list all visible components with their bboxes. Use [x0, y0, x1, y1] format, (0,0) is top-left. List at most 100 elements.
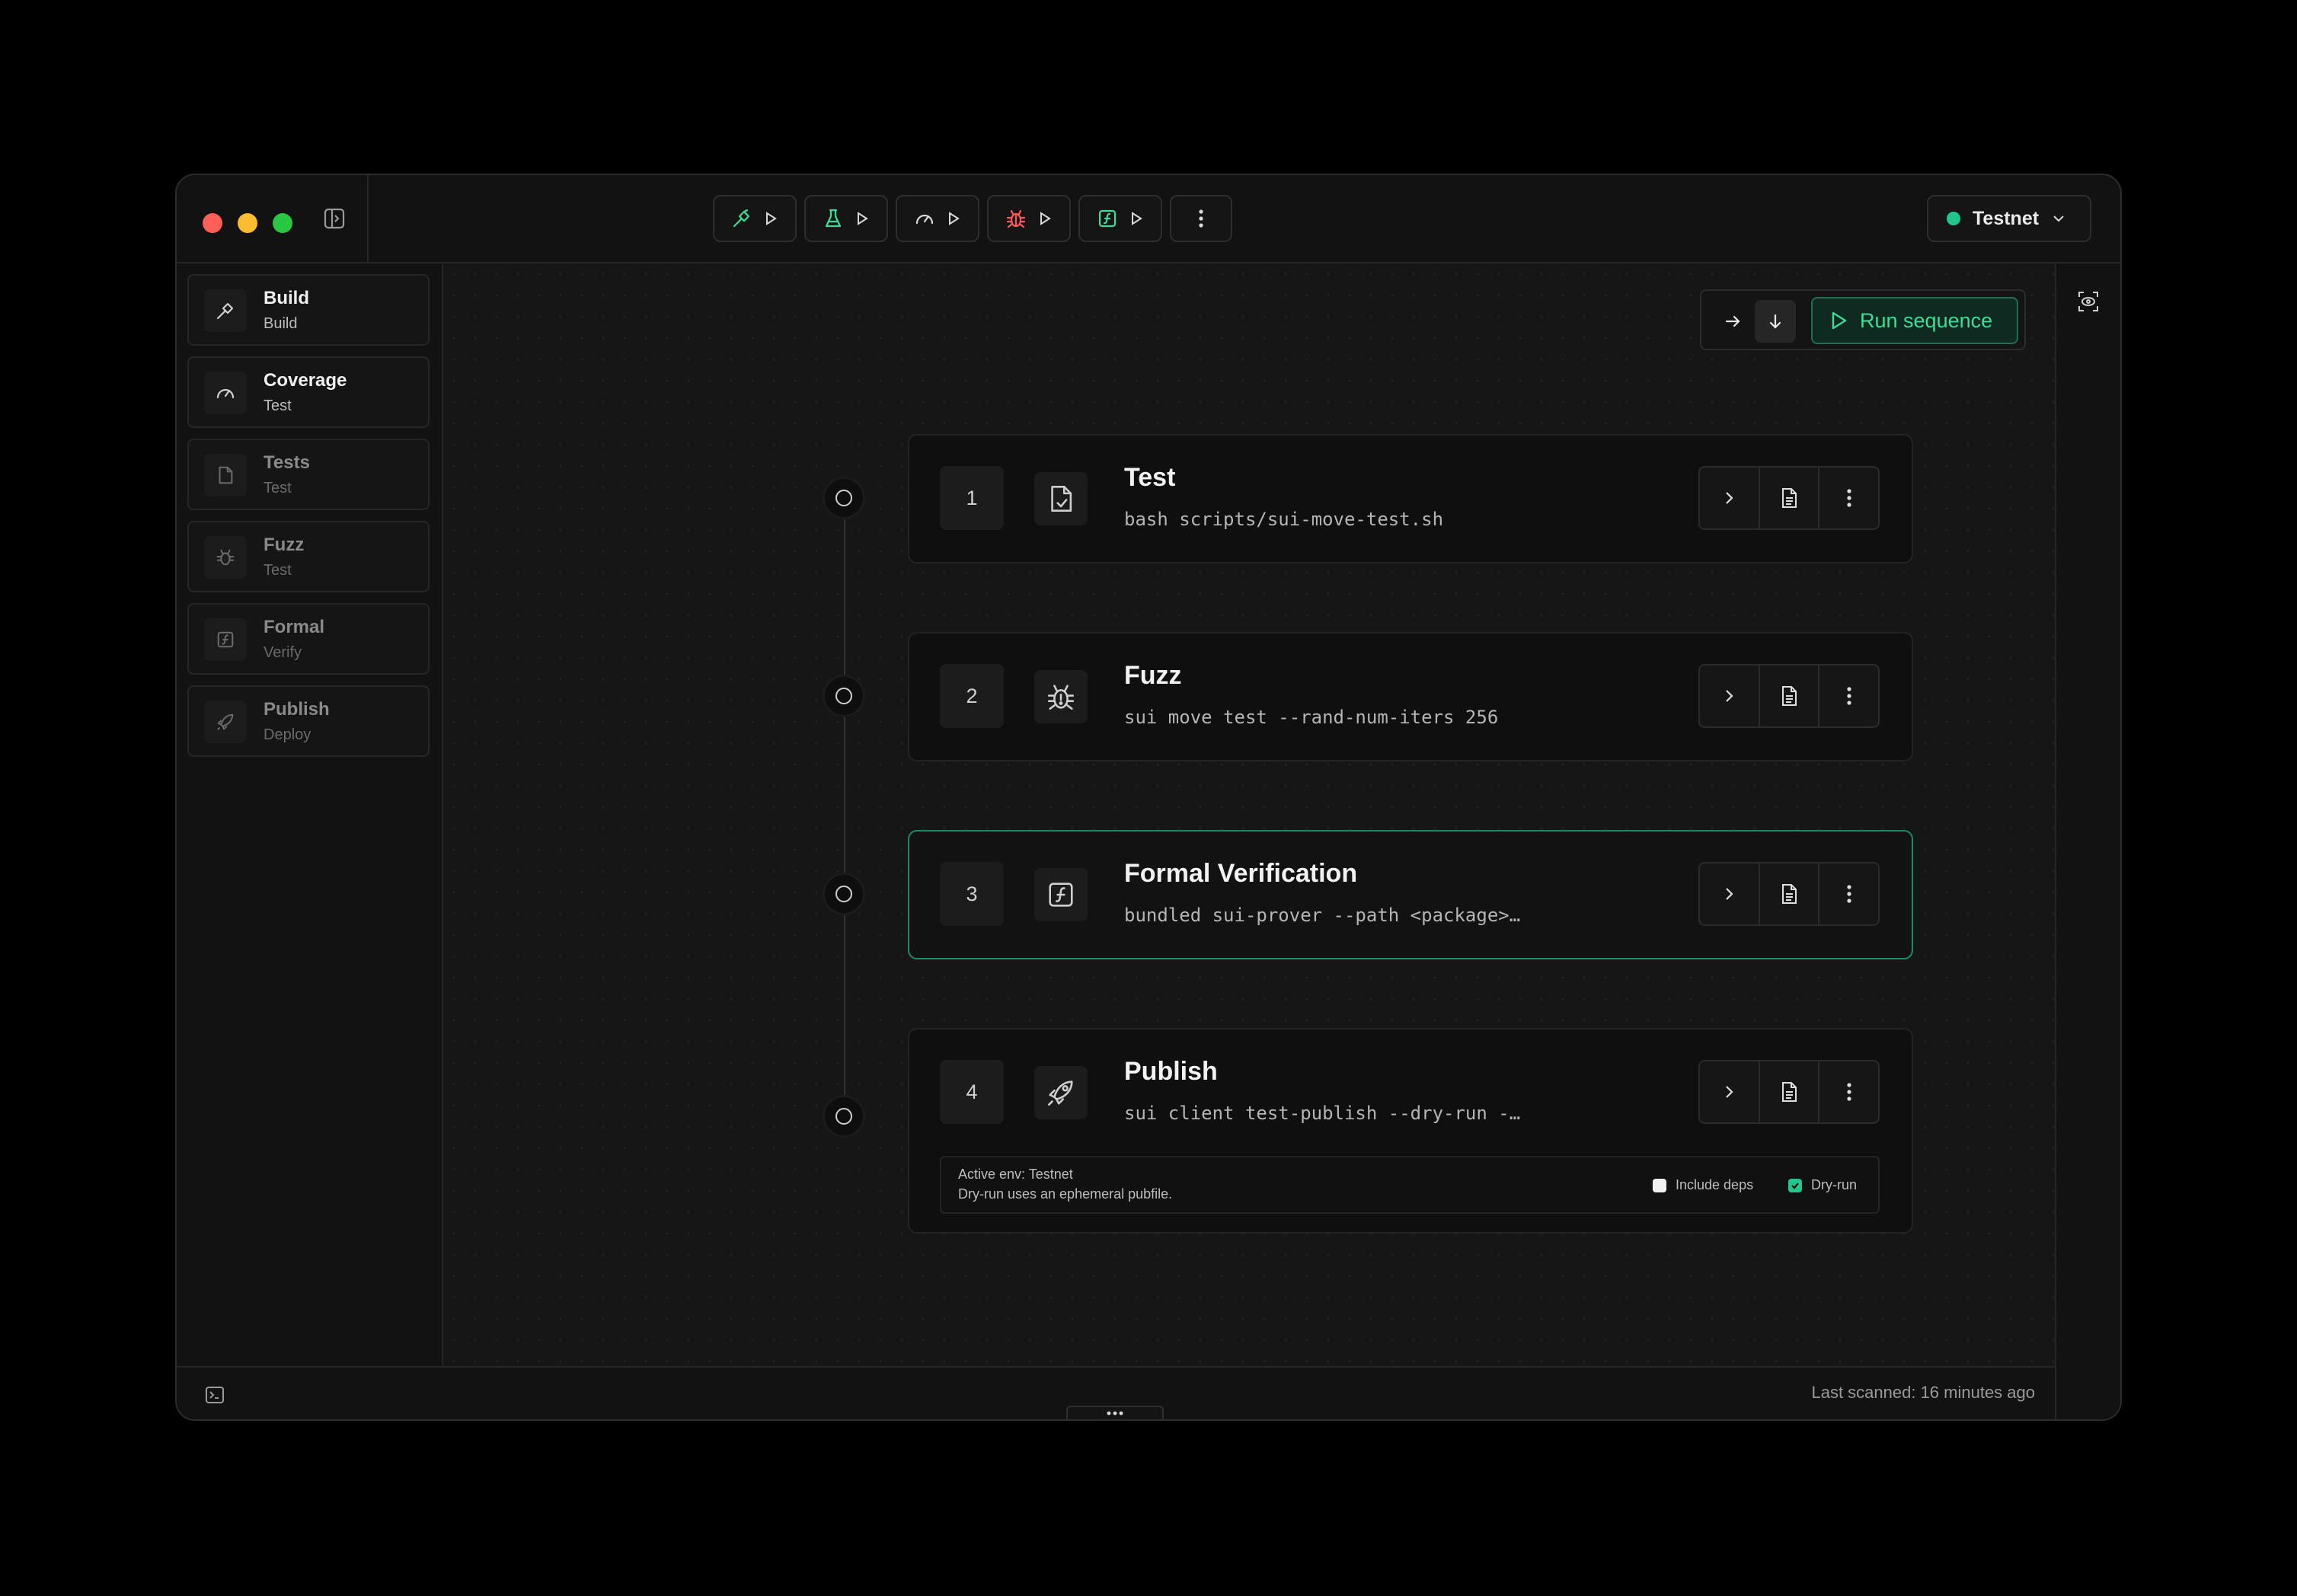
sidebar-item-coverage[interactable]: Coverage Test [187, 356, 430, 428]
run-sequence-label: Run sequence [1860, 308, 1993, 332]
dry-run-checkbox[interactable]: Dry-run [1788, 1177, 1857, 1193]
document-icon [1782, 1082, 1797, 1102]
arrow-right-icon [1725, 315, 1740, 327]
step-command: sui client test-publish --dry-run -… [1124, 1103, 1521, 1124]
app-window: Testnet Build Build Coverage Test Tests … [175, 174, 2122, 1421]
chevron-right-icon [1726, 888, 1733, 900]
environment-selector[interactable]: Testnet [1927, 195, 2091, 242]
play-icon [858, 212, 868, 225]
check-icon [1788, 1178, 1802, 1192]
step-card-formal-verification[interactable]: 3 Formal Verification bundled sui-prover… [908, 830, 1913, 959]
vertical-layout-button[interactable] [1755, 300, 1796, 343]
status-bar: Last scanned: 16 minutes ago [177, 1366, 2055, 1419]
sidebar-item-title: Fuzz [264, 535, 305, 555]
run-fuzz-button[interactable] [987, 195, 1071, 242]
step-card-test[interactable]: 1 Test bash scripts/sui-move-test.sh [908, 434, 1913, 563]
expand-step-button[interactable] [1700, 863, 1760, 924]
run-sequence-button[interactable]: Run sequence [1811, 297, 2018, 344]
more-vertical-icon [1847, 1083, 1851, 1101]
sidebar-toggle-icon[interactable] [323, 207, 346, 230]
horizontal-layout-button[interactable] [1712, 300, 1753, 343]
step-card-publish[interactable]: 4 Publish sui client test-publish --dry-… [908, 1028, 1913, 1234]
run-build-button[interactable] [713, 195, 797, 242]
step-title: Publish [1124, 1057, 1218, 1086]
include-deps-label: Include deps [1676, 1177, 1754, 1192]
play-icon [949, 212, 960, 225]
step-menu-button[interactable] [1819, 863, 1878, 924]
more-vertical-icon [1199, 209, 1203, 228]
formal-icon [1098, 209, 1117, 228]
sidebar-item-fuzz[interactable]: Fuzz Test [187, 521, 430, 592]
bug-icon [1034, 670, 1088, 723]
more-tools-button[interactable] [1170, 195, 1232, 242]
active-env-text: Active env: Testnet [958, 1167, 1073, 1182]
run-tests-button[interactable] [804, 195, 888, 242]
sidebar-item-publish[interactable]: Publish Deploy [187, 685, 430, 757]
run-coverage-button[interactable] [896, 195, 979, 242]
step-menu-button[interactable] [1819, 1061, 1878, 1122]
env-label: Testnet [1973, 207, 2040, 229]
timeline-connector [844, 478, 845, 1116]
sidebar-item-title: Formal [264, 617, 325, 637]
gauge-icon [204, 372, 247, 414]
expand-step-button[interactable] [1700, 666, 1760, 726]
hammer-icon [733, 209, 750, 228]
titlebar: Testnet [177, 175, 2120, 263]
file-check-icon [204, 454, 247, 496]
sidebar-item-title: Build [264, 288, 309, 308]
play-icon [1040, 212, 1051, 225]
terminal-icon[interactable] [204, 1384, 225, 1409]
play-icon [766, 212, 777, 225]
bug-icon [204, 536, 247, 579]
chevron-right-icon [1726, 690, 1733, 702]
sidebar-item-build[interactable]: Build Build [187, 274, 430, 346]
sidebar-item-subtitle: Build [264, 315, 298, 332]
chevron-right-icon [1726, 1086, 1733, 1098]
panel-drag-handle[interactable] [1066, 1406, 1164, 1419]
rocket-icon [1034, 1066, 1088, 1119]
run-formal-button[interactable] [1078, 195, 1162, 242]
step-title: Fuzz [1124, 661, 1182, 690]
sidebar-item-subtitle: Test [264, 562, 292, 579]
timeline-node [823, 477, 865, 519]
more-vertical-icon [1847, 885, 1851, 903]
play-icon [1832, 311, 1847, 330]
sidebar-item-subtitle: Verify [264, 644, 302, 661]
dry-run-note: Dry-run uses an ephemeral pubfile. [958, 1186, 1173, 1202]
view-logs-button[interactable] [1760, 1061, 1820, 1122]
sidebar-item-subtitle: Test [264, 480, 292, 496]
timeline-node [823, 675, 865, 717]
chevron-right-icon [1726, 492, 1733, 504]
step-card-fuzz[interactable]: 2 Fuzz sui move test --rand-num-iters 25… [908, 632, 1913, 761]
sidebar-item-title: Coverage [264, 370, 347, 391]
last-scanned-text: Last scanned: 16 minutes ago [1811, 1383, 2035, 1402]
maximize-window-button[interactable] [273, 213, 292, 233]
chevron-down-icon [2053, 215, 2064, 222]
minimize-window-button[interactable] [238, 213, 257, 233]
step-number: 2 [940, 664, 1004, 728]
arrow-down-icon [1769, 314, 1781, 329]
env-status-dot [1947, 212, 1960, 225]
step-menu-button[interactable] [1819, 468, 1878, 528]
step-command: bash scripts/sui-move-test.sh [1124, 509, 1444, 530]
sidebar-item-formal[interactable]: Formal Verify [187, 603, 430, 675]
sidebar-item-title: Publish [264, 699, 330, 720]
step-command: bundled sui-prover --path <package>… [1124, 905, 1521, 926]
timeline-node [823, 1095, 865, 1138]
step-menu-button[interactable] [1819, 666, 1878, 726]
focus-view-icon[interactable] [2076, 289, 2101, 318]
rocket-icon [204, 701, 247, 743]
expand-step-button[interactable] [1700, 1061, 1760, 1122]
step-actions [1698, 1060, 1880, 1124]
expand-step-button[interactable] [1700, 468, 1760, 528]
pipeline-canvas[interactable]: Run sequence 1 Test bash scripts/sui-mov… [443, 263, 2055, 1419]
view-logs-button[interactable] [1760, 468, 1820, 528]
include-deps-checkbox[interactable]: Include deps [1653, 1177, 1753, 1193]
close-window-button[interactable] [203, 213, 222, 233]
step-actions [1698, 664, 1880, 728]
flask-icon [825, 209, 842, 228]
view-logs-button[interactable] [1760, 666, 1820, 726]
view-logs-button[interactable] [1760, 863, 1820, 924]
checkbox-box [1653, 1178, 1666, 1192]
sidebar-item-tests[interactable]: Tests Test [187, 439, 430, 510]
